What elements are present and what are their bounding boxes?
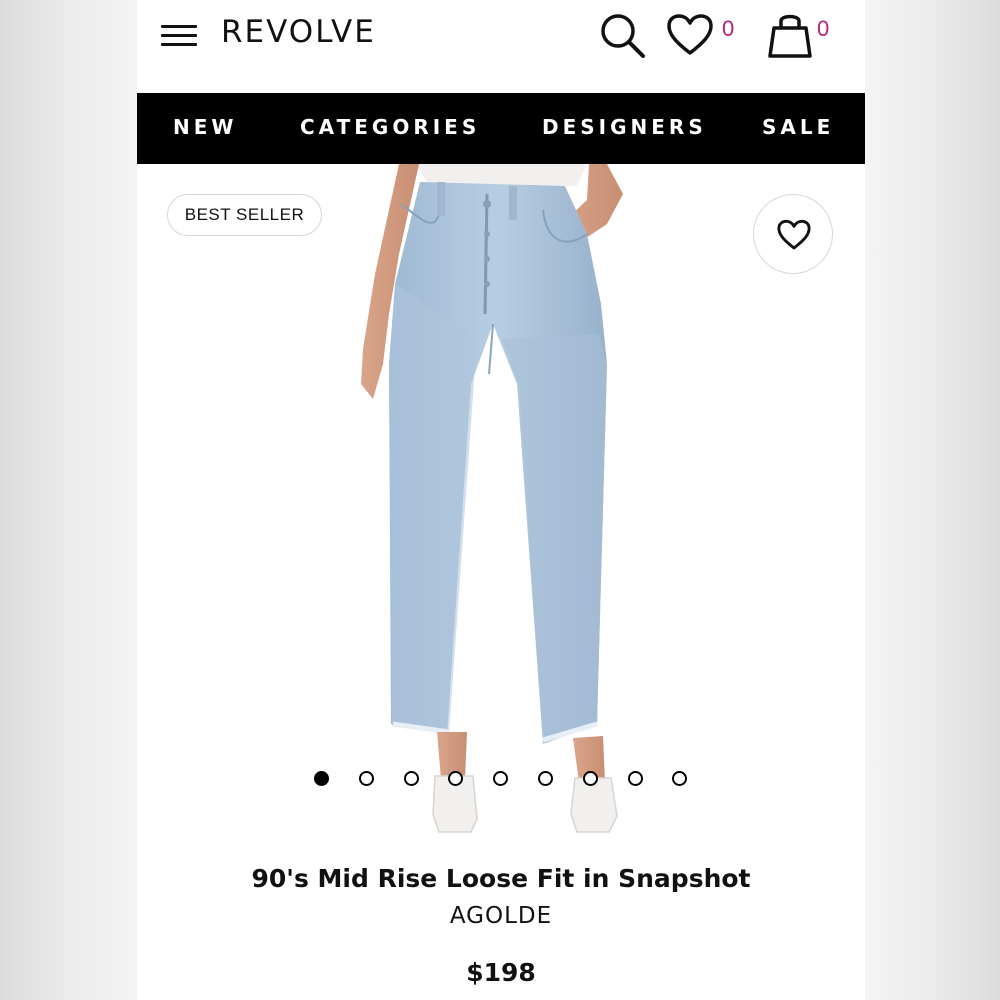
carousel-dot[interactable] bbox=[314, 771, 329, 786]
menu-icon-bar bbox=[161, 43, 197, 46]
carousel-dot[interactable] bbox=[672, 771, 688, 786]
menu-icon-bar bbox=[161, 34, 197, 37]
wishlist-button[interactable] bbox=[665, 13, 715, 57]
carousel-pagination bbox=[137, 771, 865, 787]
product-photo bbox=[361, 164, 623, 833]
wishlist-count: 0 bbox=[722, 16, 735, 41]
best-seller-badge: BEST SELLER bbox=[167, 194, 322, 236]
main-nav: NEW CATEGORIES DESIGNERS SALE bbox=[137, 93, 865, 164]
menu-icon bbox=[161, 25, 197, 28]
nav-item-categories[interactable]: CATEGORIES bbox=[300, 115, 480, 139]
site-logo[interactable]: REVOLVE bbox=[221, 14, 376, 50]
carousel-dot[interactable] bbox=[403, 771, 419, 786]
heart-icon bbox=[777, 219, 811, 250]
nav-item-new[interactable]: NEW bbox=[173, 115, 237, 139]
carousel-dot[interactable] bbox=[493, 771, 509, 786]
carousel-dot[interactable] bbox=[627, 771, 643, 786]
menu-button[interactable] bbox=[159, 22, 199, 50]
phone-screen: REVOLVE 0 0 NEW CATEGORIES DESIGNERS SAL… bbox=[137, 0, 865, 1000]
nav-item-sale[interactable]: SALE bbox=[762, 115, 834, 139]
carousel-dot[interactable] bbox=[538, 771, 553, 786]
shopping-bag-button[interactable] bbox=[765, 10, 815, 60]
shopping-bag-icon bbox=[768, 14, 812, 58]
add-to-wishlist-button[interactable] bbox=[753, 194, 833, 274]
bag-count: 0 bbox=[817, 16, 830, 41]
search-icon bbox=[601, 14, 645, 58]
site-header: REVOLVE 0 0 bbox=[137, 0, 865, 93]
product-name[interactable]: 90's Mid Rise Loose Fit in Snapshot bbox=[137, 864, 865, 893]
carousel-dot[interactable] bbox=[582, 771, 598, 786]
search-button[interactable] bbox=[598, 11, 648, 59]
product-price: $198 bbox=[466, 958, 536, 987]
product-brand[interactable]: AGOLDE bbox=[137, 903, 865, 929]
nav-item-designers[interactable]: DESIGNERS bbox=[542, 115, 707, 139]
product-image-carousel[interactable]: BEST SELLER bbox=[137, 164, 865, 850]
carousel-dot[interactable] bbox=[358, 771, 374, 786]
carousel-dot[interactable] bbox=[448, 771, 464, 786]
heart-icon bbox=[667, 14, 713, 55]
